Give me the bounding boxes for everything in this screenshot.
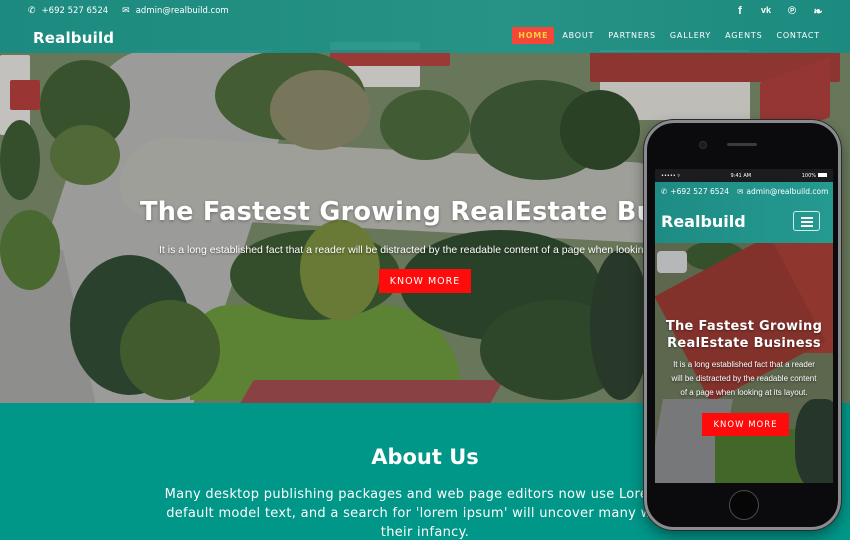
hero-title: The Fastest Growing RealEstate Busi xyxy=(140,197,680,227)
mobile-hero-title: The Fastest Growing RealEstate Business xyxy=(655,318,833,352)
phone-screen: ••••• ▿ 9:41 AM 100% ✆ +692 527 6524 ✉ admi… xyxy=(655,169,833,483)
hero-subtitle: It is a long established fact that a rea… xyxy=(159,244,661,256)
know-more-button[interactable]: KNOW MORE xyxy=(379,269,471,293)
mobile-hero-title-line: The Fastest Growing xyxy=(665,319,823,334)
mobile-email[interactable]: admin@realbuild.com xyxy=(746,187,828,196)
about-text-line: default model text, and a search for 'lo… xyxy=(166,506,684,521)
battery-indicator: 100% xyxy=(802,173,827,179)
mobile-hero-subtitle-line: will be distracted by the readable conte… xyxy=(671,374,817,383)
camera-icon xyxy=(699,141,707,149)
battery-percent: 100% xyxy=(801,172,816,179)
nav-partners[interactable]: PARTNERS xyxy=(602,27,662,44)
nav-home[interactable]: HOME xyxy=(512,27,555,44)
mobile-hero-subtitle-line: It is a long established fact that a rea… xyxy=(673,360,815,369)
nav-contact[interactable]: CONTACT xyxy=(770,27,826,44)
site-header: ✆ +692 527 6524 ✉ admin@realbuild.com f … xyxy=(0,0,850,53)
facebook-icon[interactable]: f xyxy=(734,5,746,18)
hamburger-menu-icon[interactable] xyxy=(793,211,820,231)
pinterest-icon[interactable]: ℗ xyxy=(786,5,798,18)
main-nav: HOME ABOUT PARTNERS GALLERY AGENTS CONTA… xyxy=(510,27,826,44)
about-text-line: their infancy. xyxy=(380,525,470,540)
nav-agents[interactable]: AGENTS xyxy=(719,27,768,44)
phone-icon: ✆ xyxy=(28,6,36,16)
mobile-logo[interactable]: Realbuild xyxy=(661,212,746,231)
speaker-grille xyxy=(727,143,757,146)
vk-icon[interactable]: vk xyxy=(760,5,772,18)
home-button[interactable] xyxy=(729,490,759,520)
battery-icon xyxy=(818,173,827,177)
phone-mockup: ••••• ▿ 9:41 AM 100% ✆ +692 527 6524 ✉ admi… xyxy=(644,120,841,530)
mobile-contact-bar: ✆ +692 527 6524 ✉ admin@realbuild.com xyxy=(661,187,828,196)
twitter-icon[interactable]: ❧ xyxy=(812,5,824,18)
social-links: f vk ℗ ❧ xyxy=(734,5,824,18)
mobile-phone-number[interactable]: +692 527 6524 xyxy=(670,187,729,196)
phone-icon: ✆ xyxy=(661,187,668,196)
nav-about[interactable]: ABOUT xyxy=(556,27,600,44)
mobile-hero-subtitle: It is a long established fact that a rea… xyxy=(661,358,827,400)
contact-email[interactable]: ✉ admin@realbuild.com xyxy=(122,6,229,16)
email-address: admin@realbuild.com xyxy=(135,6,229,16)
about-text-line: Many desktop publishing packages and web… xyxy=(164,487,686,502)
status-bar: ••••• ▿ 9:41 AM 100% xyxy=(655,169,833,182)
site-logo[interactable]: Realbuild xyxy=(33,29,114,47)
mobile-hero-subtitle-line: of a page when looking at its layout. xyxy=(680,388,808,397)
mobile-header: ✆ +692 527 6524 ✉ admin@realbuild.com Realb… xyxy=(655,182,833,243)
mobile-know-more-button[interactable]: KNOW MORE xyxy=(702,413,789,436)
mobile-hero-title-line: RealEstate Business xyxy=(667,336,821,351)
phone-number: +692 527 6524 xyxy=(41,6,109,16)
about-text: Many desktop publishing packages and web… xyxy=(118,485,732,540)
nav-gallery[interactable]: GALLERY xyxy=(664,27,717,44)
contact-bar: ✆ +692 527 6524 ✉ admin@realbuild.com xyxy=(28,6,243,16)
signal-indicator: ••••• ▿ xyxy=(661,172,680,179)
status-time: 9:41 AM xyxy=(730,172,752,179)
envelope-icon: ✉ xyxy=(737,187,744,196)
contact-phone[interactable]: ✆ +692 527 6524 xyxy=(28,6,108,16)
envelope-icon: ✉ xyxy=(122,6,130,16)
